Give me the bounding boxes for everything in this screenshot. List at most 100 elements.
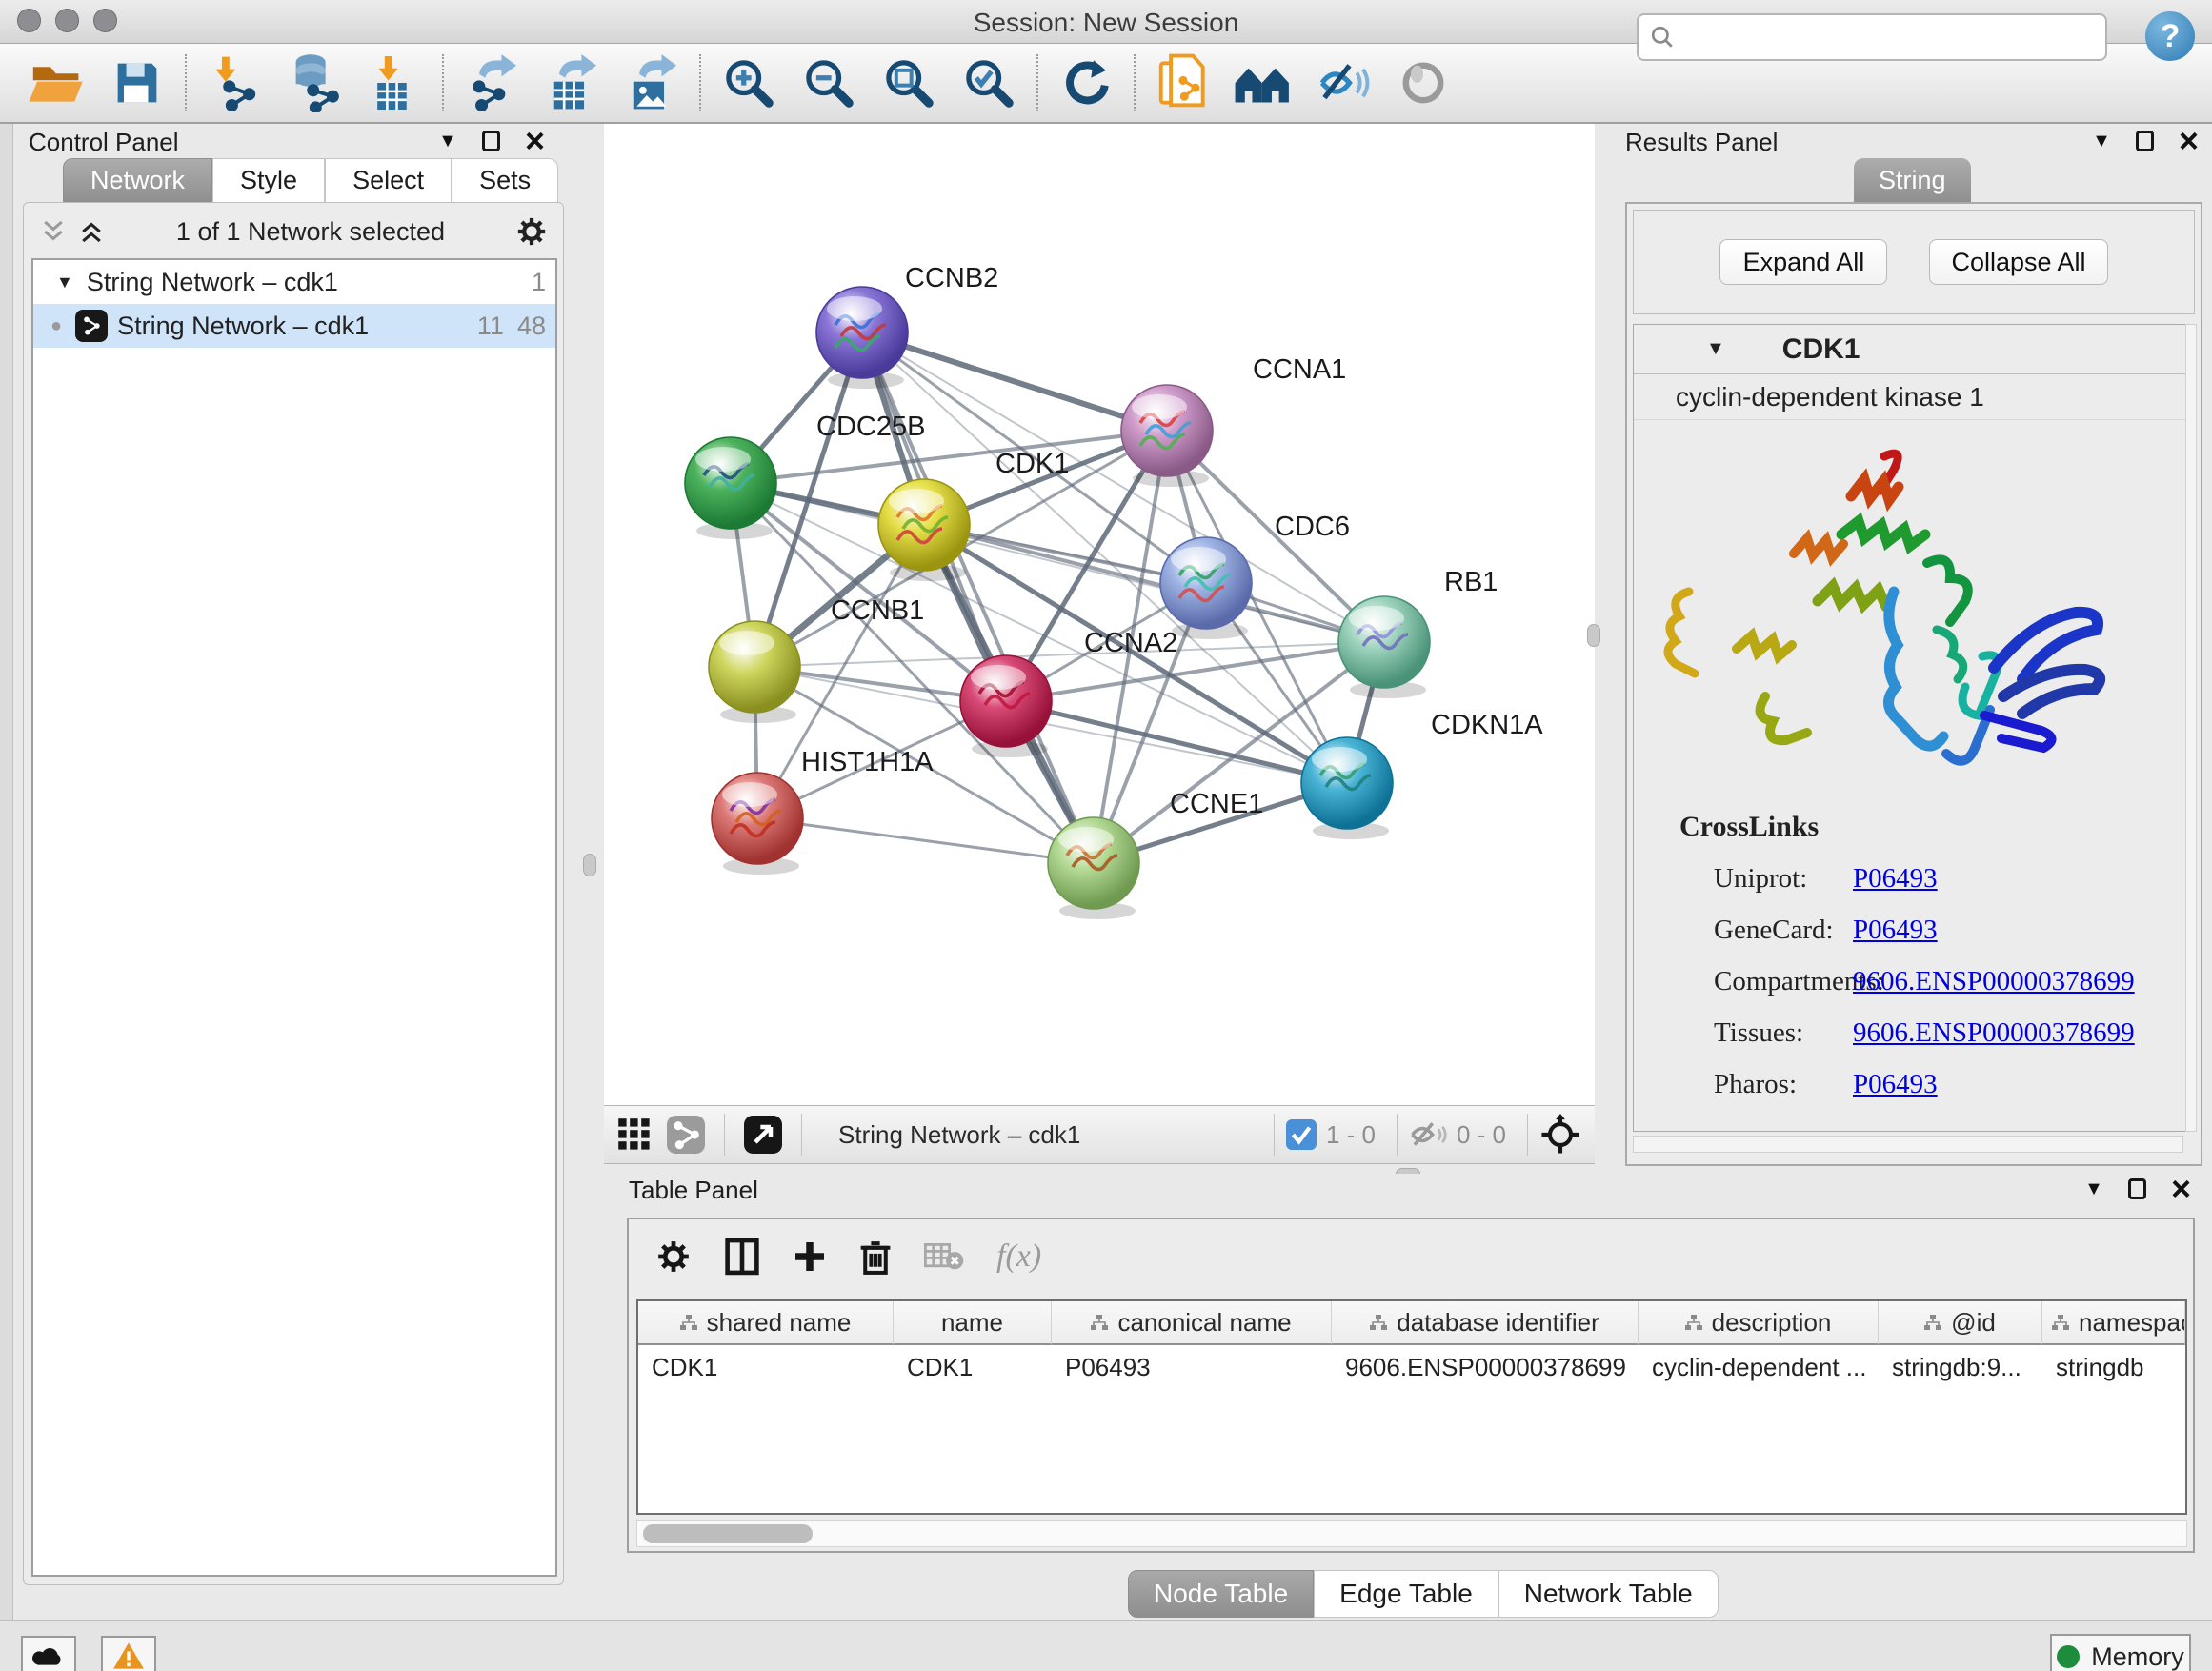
node-label-CCNA1: CCNA1 xyxy=(1253,354,1346,385)
tab-select[interactable]: Select xyxy=(325,158,452,202)
export-image-button[interactable] xyxy=(612,49,692,117)
float-panel-icon[interactable] xyxy=(2128,1178,2146,1199)
network-canvas[interactable]: CCNB2CCNA1CDC25BCDK1CDC6RB1CCNB1CCNA2CDK… xyxy=(604,124,1595,1105)
column-header-id[interactable]: @id xyxy=(1879,1301,2042,1345)
zoom-out-button[interactable] xyxy=(789,49,869,117)
save-session-button[interactable] xyxy=(97,49,177,117)
float-panel-icon[interactable] xyxy=(482,131,500,151)
panel-menu-icon[interactable]: ▼ xyxy=(2084,1178,2103,1200)
close-panel-icon[interactable]: × xyxy=(2179,130,2199,152)
clone-network-icon xyxy=(1156,53,1211,112)
export-network-button[interactable] xyxy=(452,49,532,117)
protein-section: ▼ CDK1 cyclin-dependent kinase 1 xyxy=(1633,324,2195,1132)
gear-icon[interactable] xyxy=(515,215,548,248)
tab-edge-table[interactable]: Edge Table xyxy=(1314,1570,1498,1618)
search-icon xyxy=(1650,25,1675,50)
results-vertical-scrollbar[interactable] xyxy=(2185,324,2197,1132)
column-header-canonical-name[interactable]: canonical name xyxy=(1052,1301,1332,1345)
crosshair-icon[interactable] xyxy=(1539,1114,1581,1156)
panel-menu-icon[interactable]: ▼ xyxy=(2092,131,2111,152)
expand-all-icon[interactable] xyxy=(77,217,106,246)
grid-view-icon[interactable] xyxy=(617,1117,652,1152)
export-table-button[interactable] xyxy=(532,49,612,117)
cloud-button[interactable] xyxy=(21,1636,76,1671)
string-home-button[interactable] xyxy=(1223,49,1303,117)
crosslink-genecard[interactable]: P06493 xyxy=(1853,915,1938,946)
close-panel-icon[interactable]: × xyxy=(2171,1178,2191,1200)
refresh-button[interactable] xyxy=(1046,49,1126,117)
help-button[interactable]: ? xyxy=(2145,11,2195,61)
import-network-button[interactable] xyxy=(194,49,274,117)
scrollbar-thumb[interactable] xyxy=(643,1524,813,1543)
search-input[interactable] xyxy=(1637,13,2107,61)
right-splitter-handle[interactable] xyxy=(1587,624,1600,647)
warnings-button[interactable] xyxy=(101,1636,156,1671)
network-row[interactable]: ● String Network – cdk1 11 48 xyxy=(33,304,555,348)
collapse-triangle-icon[interactable]: ▼ xyxy=(56,272,73,292)
clone-network-button[interactable] xyxy=(1143,49,1223,117)
column-header-shared-name[interactable]: shared name xyxy=(638,1301,894,1345)
expand-all-button[interactable]: Expand All xyxy=(1719,239,1887,285)
open-session-button[interactable] xyxy=(17,49,97,117)
collapse-all-icon[interactable] xyxy=(39,217,68,246)
node-label-CDC25B: CDC25B xyxy=(816,412,925,442)
column-header-name[interactable]: name xyxy=(894,1301,1052,1345)
network-collection-row[interactable]: ▼ String Network – cdk1 1 xyxy=(33,260,555,304)
table-horizontal-scrollbar[interactable] xyxy=(636,1520,2187,1547)
crosslink-compartments[interactable]: 9606.ENSP00000378699 xyxy=(1853,966,2135,997)
node-table: shared name name canonical name database… xyxy=(636,1299,2187,1515)
section-collapse-icon[interactable]: ▼ xyxy=(1706,338,1725,360)
memory-button[interactable]: Memory xyxy=(2050,1634,2191,1671)
node-gloss xyxy=(889,489,944,513)
node-label-CCNB2: CCNB2 xyxy=(905,263,998,293)
add-column-icon[interactable] xyxy=(793,1239,827,1274)
table-tabs: Node Table Edge Table Network Table xyxy=(1128,1570,1719,1618)
hidden-eye-icon[interactable] xyxy=(1409,1119,1447,1150)
sphere-button[interactable] xyxy=(1383,49,1463,117)
results-horizontal-scrollbar[interactable] xyxy=(1633,1136,2183,1153)
hide-glass-button[interactable] xyxy=(1303,49,1383,117)
tab-sets[interactable]: Sets xyxy=(452,158,558,202)
import-table-button[interactable] xyxy=(354,49,434,117)
tab-network[interactable]: Network xyxy=(63,158,212,202)
tab-network-table[interactable]: Network Table xyxy=(1498,1570,1719,1618)
network-view-footer: String Network – cdk1 1 - 0 0 - 0 xyxy=(604,1105,1595,1164)
left-splitter-handle[interactable] xyxy=(583,854,596,876)
collapse-all-button[interactable]: Collapse All xyxy=(1929,239,2107,285)
network-share-icon[interactable] xyxy=(667,1116,705,1154)
delete-column-icon[interactable] xyxy=(859,1238,892,1276)
network-edge-CCNA2-CDKN1A[interactable] xyxy=(1006,701,1347,783)
column-header-database-identifier[interactable]: database identifier xyxy=(1332,1301,1639,1345)
tab-node-table[interactable]: Node Table xyxy=(1128,1570,1314,1618)
function-builder-icon: f(x) xyxy=(996,1238,1041,1275)
float-panel-icon[interactable] xyxy=(2136,131,2154,151)
crosslink-label: Uniprot: xyxy=(1634,863,1853,895)
selected-checkbox-icon[interactable] xyxy=(1286,1119,1317,1150)
panel-menu-icon[interactable]: ▼ xyxy=(438,131,457,152)
control-panel-tabs: Network Style Select Sets xyxy=(63,158,558,202)
zoom-selected-button[interactable] xyxy=(949,49,1029,117)
sphere-icon xyxy=(1398,58,1448,108)
table-gear-icon[interactable] xyxy=(655,1238,692,1275)
column-header-namespace[interactable]: namespace xyxy=(2042,1301,2185,1345)
protein-name: CDK1 xyxy=(1782,333,1860,366)
crosslink-uniprot[interactable]: P06493 xyxy=(1853,863,1938,895)
table-row[interactable]: CDK1 CDK1 P06493 9606.ENSP00000378699 cy… xyxy=(638,1345,2185,1389)
zoom-in-button[interactable] xyxy=(709,49,789,117)
network-edge-HIST1H1A-CCNE1[interactable] xyxy=(757,818,1094,863)
node-label-CDKN1A: CDKN1A xyxy=(1431,710,1543,740)
import-network-from-database-button[interactable] xyxy=(274,49,354,117)
crosslink-tissues[interactable]: 9606.ENSP00000378699 xyxy=(1853,1017,2135,1049)
birds-eye-view-icon[interactable] xyxy=(744,1116,782,1154)
tab-string[interactable]: String xyxy=(1854,158,1971,202)
close-panel-icon[interactable]: × xyxy=(525,130,545,152)
crosslink-pharos[interactable]: P06493 xyxy=(1853,1069,1938,1100)
toolbar-separator xyxy=(1036,54,1038,111)
node-label-CCNE1: CCNE1 xyxy=(1170,789,1263,819)
show-columns-icon[interactable] xyxy=(724,1238,760,1276)
footer-network-name: String Network – cdk1 xyxy=(838,1120,1080,1150)
zoom-fit-button[interactable] xyxy=(869,49,949,117)
column-header-description[interactable]: description xyxy=(1639,1301,1879,1345)
tab-style[interactable]: Style xyxy=(212,158,325,202)
node-gloss xyxy=(1058,827,1114,852)
